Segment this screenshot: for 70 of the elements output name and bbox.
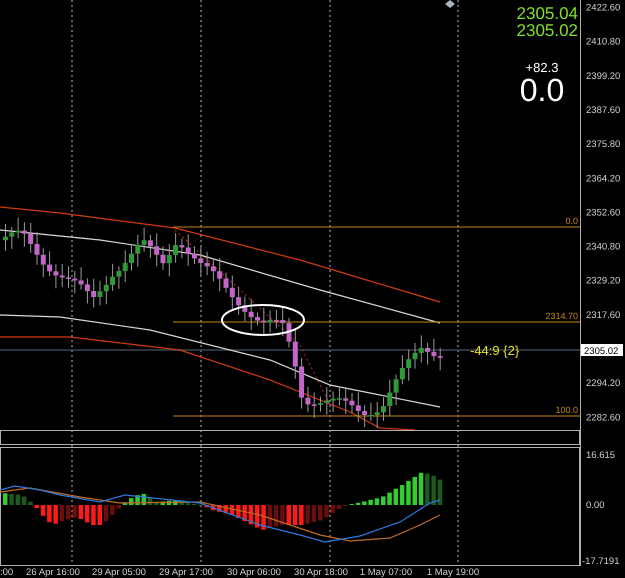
time-axis-label: :00: [0, 567, 14, 578]
histogram-bar: [154, 502, 159, 505]
price-axis-label: 2282.60: [586, 412, 620, 424]
histogram-bar: [66, 505, 70, 520]
histogram-bar: [166, 500, 172, 505]
time-axis-label: 26 Apr 16:00: [26, 567, 80, 578]
histogram-bar: [286, 505, 291, 525]
histogram-bar: [3, 493, 8, 505]
current-price-label: 2305.02: [581, 344, 623, 357]
histogram-bar: [135, 495, 140, 505]
indicator-axis-label: -17.7191: [582, 556, 620, 567]
spread-value: 0.0: [520, 72, 564, 108]
histogram-bar: [40, 505, 46, 516]
histogram-bar: [129, 498, 134, 505]
bid-price: 2305.02: [516, 21, 578, 40]
histogram-bar: [98, 505, 102, 525]
ask-price: 2305.04: [516, 4, 578, 23]
histogram-bar: [91, 505, 96, 525]
price-axis-label: 2294.20: [586, 378, 620, 390]
histogram-bar: [387, 492, 392, 505]
time-axis-label: 1 May 19:00: [426, 567, 480, 578]
indicator-axis-label: 0.00: [586, 500, 604, 511]
annotation-label: -44:9 {2}: [470, 343, 520, 358]
histogram-bar: [60, 505, 64, 522]
histogram-bar: [318, 505, 322, 520]
histogram-bar: [224, 505, 228, 514]
histogram-bar: [412, 476, 417, 505]
histogram-bar: [261, 505, 266, 530]
histogram-bar: [160, 501, 165, 505]
diamond-icon: [445, 0, 455, 8]
histogram-bar: [381, 496, 386, 505]
histogram-bar: [230, 505, 234, 515]
histogram-bar: [312, 505, 316, 522]
histogram-bar: [356, 502, 360, 505]
histogram-bar: [28, 502, 33, 505]
price-axis-label: 2399.20: [586, 70, 620, 82]
time-axis-label: 30 Apr 18:00: [294, 567, 348, 578]
histogram-bar: [255, 505, 260, 528]
histogram-bar: [418, 472, 424, 505]
histogram-bar: [104, 505, 108, 522]
time-axis-label: 29 Apr 05:00: [92, 567, 146, 578]
histogram-bar: [122, 502, 128, 505]
price-axis-label: 2375.80: [586, 139, 620, 150]
histogram-bar: [9, 494, 14, 505]
histogram-bar: [438, 480, 442, 505]
histogram-bar: [292, 505, 298, 525]
price-axis-label: 2422.60: [586, 2, 620, 14]
price-axis-label: 2364.20: [586, 173, 620, 184]
histogram-bar: [34, 505, 39, 508]
histogram-bar: [217, 505, 222, 512]
histogram-bar: [374, 498, 380, 505]
histogram-bar: [280, 505, 285, 525]
histogram-bar: [248, 505, 254, 524]
histogram-bar: [324, 505, 329, 518]
price-axis-label: 2352.60: [586, 207, 620, 218]
indicator-axis-label: 16.615: [586, 450, 616, 461]
time-axis-label: 30 Apr 06:00: [227, 567, 281, 578]
fibonacci-level-label: 2314.70: [545, 311, 578, 321]
price-axis-label: 2410.80: [586, 36, 620, 48]
time-axis-label: 29 Apr 17:00: [159, 567, 213, 578]
price-axis-label: 2317.60: [586, 310, 620, 321]
time-axis-label: 1 May 07:00: [360, 567, 412, 578]
fibonacci-level-label: 0.0: [565, 216, 578, 226]
change-value: +82.3: [526, 60, 558, 75]
histogram-bar: [72, 505, 77, 518]
histogram-bar: [406, 480, 411, 505]
fibonacci-level-label: 100.0: [555, 405, 578, 415]
price-axis-label: 2329.20: [586, 276, 620, 287]
price-axis-label: 2387.60: [586, 104, 620, 116]
price-axis-label: 2340.80: [586, 242, 620, 253]
